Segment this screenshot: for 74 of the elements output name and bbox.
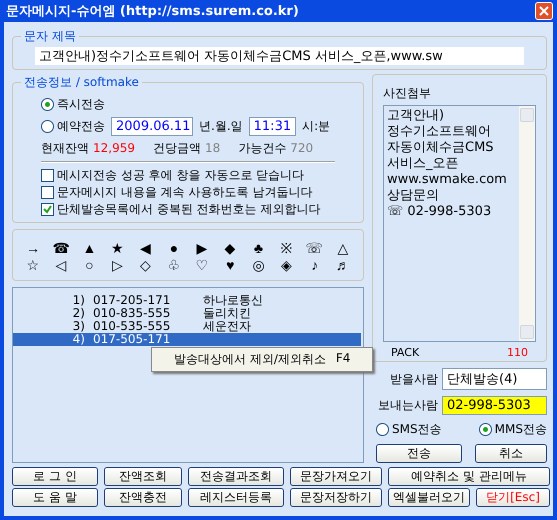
symbol-key[interactable]: ▶	[188, 240, 216, 257]
context-menu[interactable]: 발송대상에서 제외/제외취소 F4	[151, 347, 374, 372]
time-unit-label: 시:분	[302, 118, 330, 134]
symbol-key[interactable]: ◆	[216, 240, 244, 257]
symbol-key[interactable]: ♣	[244, 240, 272, 257]
symbol-key[interactable]: ♧	[160, 257, 188, 274]
scrollbar[interactable]	[519, 106, 535, 341]
cancel-button[interactable]: 취소	[475, 444, 547, 463]
symbol-key[interactable]: ♥	[216, 257, 244, 274]
stat-label: 현재잔액	[41, 140, 89, 156]
stat-value: 12,959	[93, 141, 135, 155]
symbol-key[interactable]: ♪	[300, 257, 329, 274]
stat-value: 18	[205, 141, 220, 155]
group-title: 문자 제목	[23, 28, 77, 45]
symbol-key[interactable]: →	[19, 240, 48, 257]
toolbar-button[interactable]: 레지스터등록	[188, 488, 284, 507]
time-field[interactable]: 11:31	[248, 116, 296, 136]
toolbar-button[interactable]: 잔액조회	[104, 467, 182, 486]
symbol-key[interactable]: △	[328, 240, 357, 257]
symbol-key[interactable]: ☆	[19, 257, 48, 274]
toolbar-button[interactable]: 문장가져오기	[290, 467, 382, 486]
stat-value: 720	[290, 141, 314, 155]
symbol-key[interactable]: ※	[272, 240, 301, 257]
toolbar-button[interactable]: 문장저장하기	[290, 488, 382, 507]
recipient-row[interactable]: 1) 017-205-171 하나로통신	[13, 294, 361, 307]
toolbar-button[interactable]: 전송결과조회	[188, 467, 284, 486]
radio-option[interactable]: MMS전송	[478, 421, 547, 438]
radio-option[interactable]: 즉시전송	[41, 96, 105, 112]
toolbar-button[interactable]: 도 움 말	[12, 488, 98, 507]
field-label: 받을사람	[390, 370, 438, 388]
symbol-key[interactable]: ◁	[47, 257, 76, 274]
close-icon	[539, 6, 549, 16]
close-button[interactable]	[535, 2, 553, 20]
radio-option[interactable]: 예약전송	[41, 118, 105, 134]
radio-option[interactable]: SMS전송	[376, 421, 442, 438]
checkbox-option[interactable]: 단체발송목록에서 중복된 전화번호는 제외합니다	[41, 201, 355, 218]
symbol-key[interactable]: ☏	[300, 240, 329, 257]
recipient-row[interactable]: 2) 010-835-555 둘리치킨	[13, 307, 361, 320]
window-title: 문자메시지-슈어엠 (http://sms.surem.co.kr)	[6, 3, 299, 20]
panel-title: 사진첨부	[383, 85, 432, 102]
symbol-key[interactable]: ●	[160, 240, 188, 257]
symbol-key[interactable]: ☎	[47, 240, 76, 257]
symbol-key[interactable]: ▲	[75, 240, 104, 257]
toolbar-button[interactable]: 예약취소 및 관리메뉴	[388, 467, 550, 486]
symbol-key[interactable]: ◇	[132, 257, 160, 274]
field-label: 보내는사람	[378, 397, 438, 414]
toolbar-button[interactable]: 로 그 인	[12, 467, 98, 486]
recipient-row[interactable]: 4) 017-505-171	[13, 333, 361, 346]
recipient-field[interactable]: 단체발송(4)	[442, 368, 547, 390]
sender-field[interactable]: 02-998-5303	[442, 396, 547, 415]
checkbox-option[interactable]: 문자메시지 내용을 계속 사용하도록 남겨둡니다	[41, 184, 355, 201]
symbol-key[interactable]: ◎	[244, 257, 272, 274]
toolbar-button[interactable]: 잔액충전	[104, 488, 182, 507]
group-title: 전송정보 / softmake	[23, 74, 140, 91]
symbol-key[interactable]: ▷	[103, 257, 132, 274]
checkbox-option[interactable]: 메시지전송 성공 후에 창을 자동으로 닫습니다	[41, 167, 355, 184]
symbol-key[interactable]: ◈	[272, 257, 301, 274]
stat-label: 건당금액	[153, 140, 201, 156]
recipient-row[interactable]: 3) 010-535-555 세운전자	[13, 320, 361, 333]
pack-label: PACK	[391, 346, 420, 359]
symbol-key[interactable]: ♡	[188, 257, 216, 274]
stat-label: 가능건수	[238, 140, 286, 156]
date-field[interactable]: 2009.06.11	[111, 116, 193, 136]
symbol-key[interactable]: ○	[75, 257, 104, 274]
send-button[interactable]: 전송	[376, 444, 462, 463]
toolbar-button[interactable]: 닫기[Esc]	[476, 488, 550, 507]
symbol-key[interactable]: ◀	[132, 240, 160, 257]
checkmark-icon	[43, 205, 52, 214]
symbol-key[interactable]: ♬	[328, 257, 357, 274]
symbol-key[interactable]: ★	[103, 240, 132, 257]
toolbar-button[interactable]: 엑셀불러오기	[388, 488, 470, 507]
date-unit-label: 년.월.일	[199, 118, 243, 134]
pack-count: 110	[507, 346, 528, 359]
subject-field[interactable]: 고객안내)정수기소프트웨어 자동이체수금CMS 서비스_오픈,www.sw	[35, 47, 524, 65]
